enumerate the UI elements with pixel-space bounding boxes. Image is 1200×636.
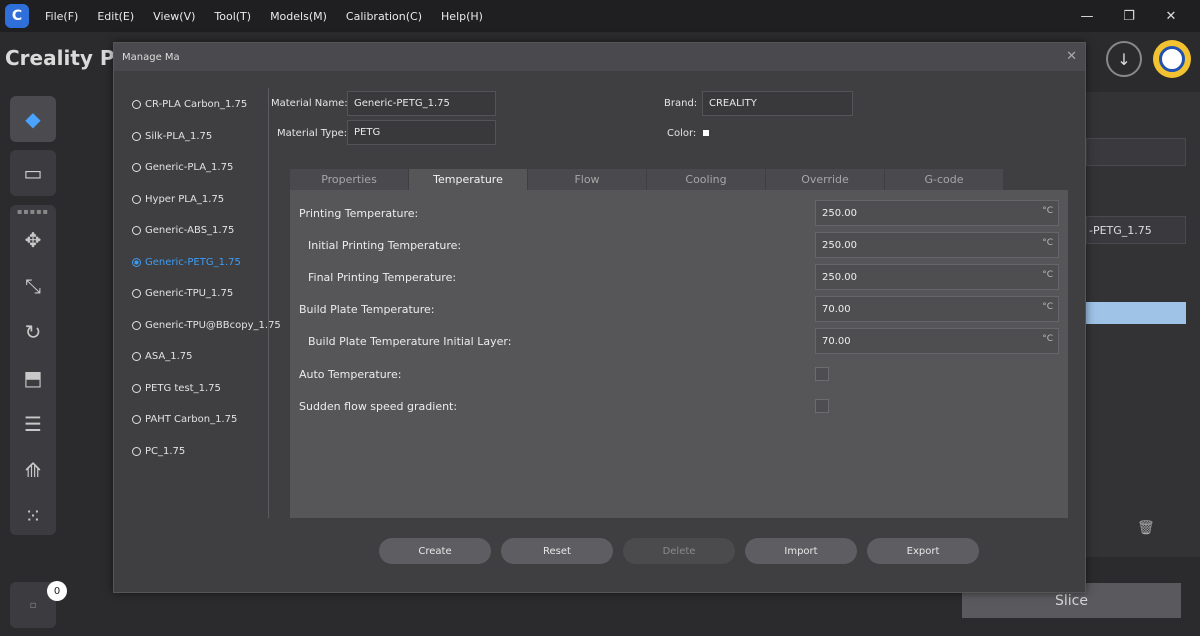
cube-icon[interactable]: ◆ xyxy=(10,96,56,142)
material-type-label: Material Type: xyxy=(277,128,348,139)
tab-bar: Properties Temperature Flow Cooling Over… xyxy=(290,169,1008,190)
material-item[interactable]: Generic-ABS_1.75 xyxy=(132,215,272,247)
list-divider xyxy=(268,88,269,518)
material-item[interactable]: Silk-PLA_1.75 xyxy=(132,121,272,153)
material-item[interactable]: Generic-PLA_1.75 xyxy=(132,152,272,184)
material-type-field[interactable]: PETG xyxy=(347,120,496,145)
user-avatar[interactable] xyxy=(1153,40,1191,78)
menu-tool[interactable]: Tool(T) xyxy=(214,10,251,23)
menu-models[interactable]: Models(M) xyxy=(270,10,327,23)
manage-materials-dialog: Manage Ma ✕ CR-PLA Carbon_1.75 Silk-PLA_… xyxy=(113,42,1086,593)
tab-override[interactable]: Override xyxy=(766,169,885,190)
open-folder-icon[interactable]: ▭ xyxy=(10,150,56,196)
material-item[interactable]: PAHT Carbon_1.75 xyxy=(132,404,272,436)
radio-icon[interactable] xyxy=(132,289,141,299)
material-item-selected[interactable]: Generic-PETG_1.75 xyxy=(132,247,272,279)
menu-bar: File(F) Edit(E) View(V) Tool(T) Models(M… xyxy=(45,10,502,23)
download-icon[interactable]: ↓ xyxy=(1106,41,1142,77)
create-button[interactable]: Create xyxy=(379,538,491,564)
radio-icon[interactable] xyxy=(132,320,141,330)
material-name-field[interactable]: Generic-PETG_1.75 xyxy=(347,91,496,116)
material-item[interactable]: Generic-TPU_1.75 xyxy=(132,278,272,310)
menu-view[interactable]: View(V) xyxy=(153,10,195,23)
grip-handle[interactable]: ▪▪▪▪▪ xyxy=(10,205,56,217)
material-item[interactable]: Hyper PLA_1.75 xyxy=(132,184,272,216)
material-name-label: Material Name: xyxy=(271,98,348,109)
lay-flat-icon[interactable]: ⬒ xyxy=(10,355,56,401)
printing-temp-input[interactable]: 250.00 °C xyxy=(815,200,1059,226)
material-item[interactable]: Generic-TPU@BBcopy_1.75 xyxy=(132,310,281,342)
radio-icon[interactable] xyxy=(132,163,141,173)
menu-calibration[interactable]: Calibration(C) xyxy=(346,10,422,23)
brand-field[interactable]: CREALITY xyxy=(702,91,853,116)
dialog-buttons: Create Reset Delete Import Export xyxy=(379,538,989,564)
scale-icon[interactable]: ⤡ xyxy=(10,263,56,309)
initial-printing-temp-input[interactable]: 250.00 °C xyxy=(815,232,1059,258)
minimize-icon[interactable]: — xyxy=(1068,0,1106,32)
material-item[interactable]: CR-PLA Carbon_1.75 xyxy=(132,89,272,121)
auto-temperature-label: Auto Temperature: xyxy=(299,368,402,381)
radio-icon[interactable] xyxy=(132,194,141,204)
radio-icon[interactable] xyxy=(132,131,141,141)
build-plate-temp-label: Build Plate Temperature: xyxy=(299,303,435,316)
build-plate-temp-input[interactable]: 70.00 °C xyxy=(815,296,1059,322)
material-item[interactable]: PETG test_1.75 xyxy=(132,373,272,405)
right-selected-row[interactable] xyxy=(1086,302,1186,324)
apps-icon[interactable]: ⁙ xyxy=(10,493,56,539)
menu-help[interactable]: Help(H) xyxy=(441,10,483,23)
app-logo-icon: C xyxy=(5,4,29,28)
tab-properties[interactable]: Properties xyxy=(290,169,409,190)
radio-icon[interactable] xyxy=(132,226,141,236)
radio-checked-icon[interactable] xyxy=(132,257,141,267)
final-printing-temp-label: Final Printing Temperature: xyxy=(308,271,457,284)
build-plate-initial-layer-label: Build Plate Temperature Initial Layer: xyxy=(308,335,512,348)
left-toolbar: ◆ ▭ xyxy=(10,96,56,204)
reset-button[interactable]: Reset xyxy=(501,538,613,564)
color-swatch[interactable] xyxy=(703,130,709,136)
tab-flow[interactable]: Flow xyxy=(528,169,647,190)
tab-cooling[interactable]: Cooling xyxy=(647,169,766,190)
close-window-icon[interactable]: ✕ xyxy=(1152,0,1190,32)
restore-icon[interactable]: ❐ xyxy=(1110,0,1148,32)
material-list: CR-PLA Carbon_1.75 Silk-PLA_1.75 Generic… xyxy=(132,89,281,468)
tab-temperature[interactable]: Temperature xyxy=(409,169,528,190)
temperature-panel: Printing Temperature: 250.00 °C Initial P… xyxy=(290,190,1068,518)
import-button[interactable]: Import xyxy=(745,538,857,564)
rotate-icon[interactable]: ↻ xyxy=(10,309,56,355)
tool-panel: ▪▪▪▪▪ ✥ ⤡ ↻ ⬒ ☰ ⟰ ⁙ xyxy=(10,205,56,535)
support-icon[interactable]: ⟰ xyxy=(10,447,56,493)
sudden-flow-checkbox[interactable] xyxy=(815,399,829,413)
tab-gcode[interactable]: G-code xyxy=(885,169,1004,190)
printing-temp-label: Printing Temperature: xyxy=(299,207,419,220)
radio-icon[interactable] xyxy=(132,415,141,425)
list-icon[interactable]: ☰ xyxy=(10,401,56,447)
menu-file[interactable]: File(F) xyxy=(45,10,78,23)
radio-icon[interactable] xyxy=(132,352,141,362)
radio-icon[interactable] xyxy=(132,100,141,110)
right-material-select[interactable]: -PETG_1.75 xyxy=(1086,216,1186,244)
menu-edit[interactable]: Edit(E) xyxy=(97,10,134,23)
initial-printing-temp-label: Initial Printing Temperature: xyxy=(308,239,462,252)
auto-temperature-checkbox[interactable] xyxy=(815,367,829,381)
move-icon[interactable]: ✥ xyxy=(10,217,56,263)
material-item[interactable]: PC_1.75 xyxy=(132,436,272,468)
trash-icon[interactable]: 🗑 xyxy=(1137,520,1155,536)
radio-icon[interactable] xyxy=(132,383,141,393)
radio-icon[interactable] xyxy=(132,446,141,456)
dialog-title: Manage Ma xyxy=(122,51,180,63)
notification-badge: 0 xyxy=(47,581,67,601)
dialog-header: Manage Ma ✕ xyxy=(114,43,1085,71)
delete-button[interactable]: Delete xyxy=(623,538,735,564)
right-panel-field[interactable] xyxy=(1086,138,1186,166)
build-plate-initial-layer-input[interactable]: 70.00 °C xyxy=(815,328,1059,354)
export-button[interactable]: Export xyxy=(867,538,979,564)
final-printing-temp-input[interactable]: 250.00 °C xyxy=(815,264,1059,290)
color-label: Color: xyxy=(667,128,697,139)
close-icon[interactable]: ✕ xyxy=(1066,49,1077,64)
sudden-flow-label: Sudden flow speed gradient: xyxy=(299,400,458,413)
brand-label: Brand: xyxy=(664,98,698,109)
title-bar: C File(F) Edit(E) View(V) Tool(T) Models… xyxy=(0,0,1200,32)
material-item[interactable]: ASA_1.75 xyxy=(132,341,272,373)
